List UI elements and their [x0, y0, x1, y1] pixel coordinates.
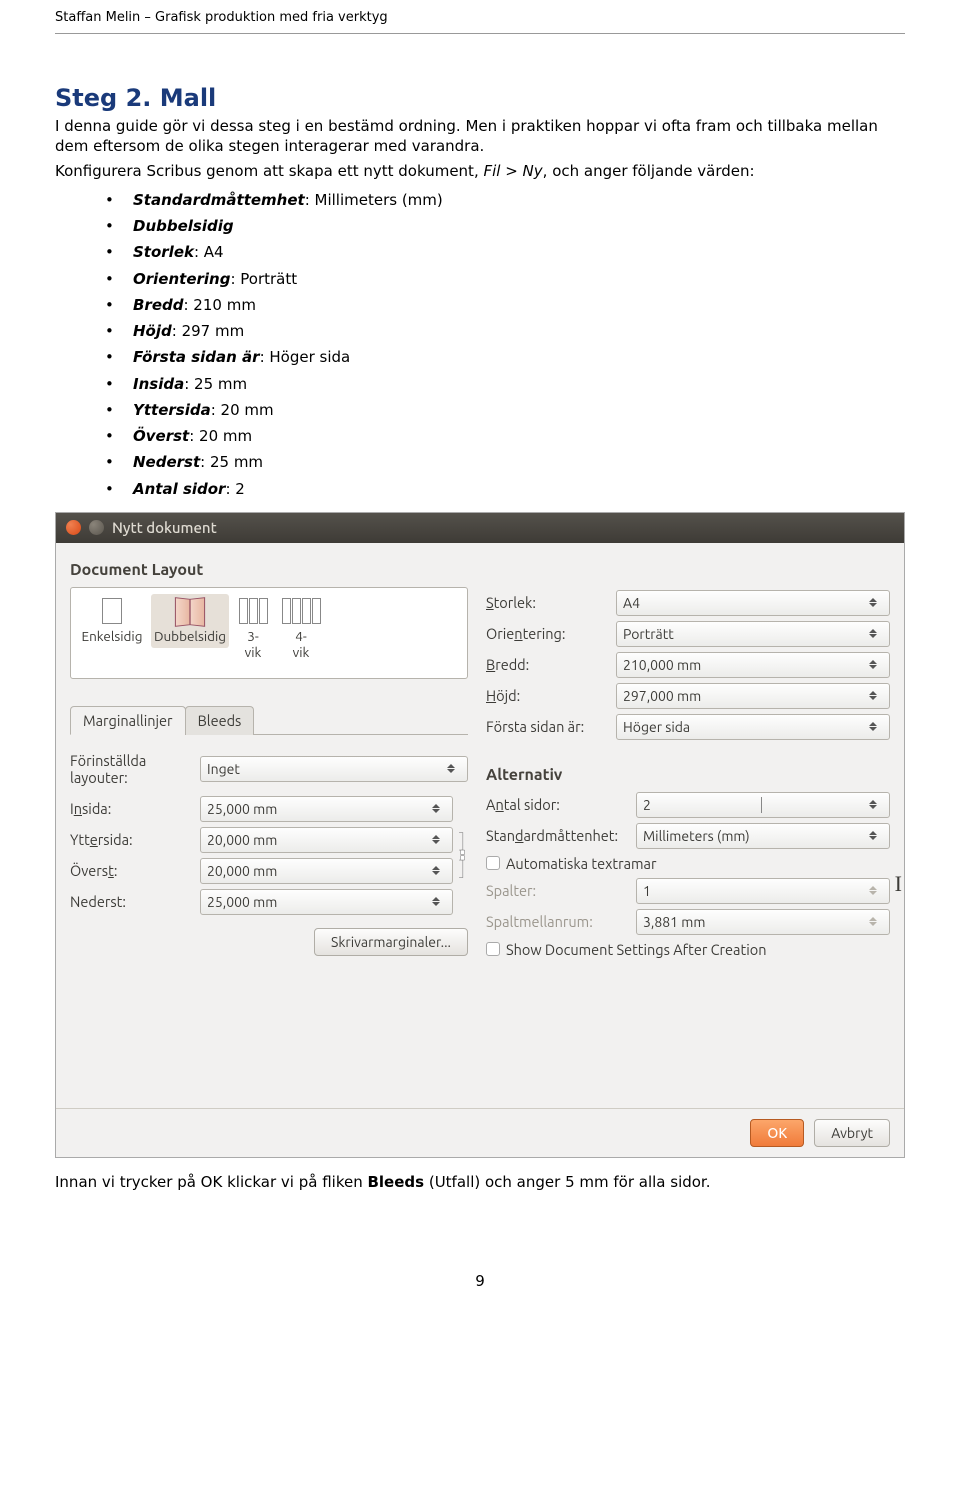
orientation-combo[interactable]: Porträtt [616, 621, 890, 647]
layout-single[interactable]: Enkelsidig [73, 594, 151, 648]
page-number: 9 [55, 1272, 905, 1290]
height-field[interactable]: 297,000 mm [616, 683, 890, 709]
text-cursor-icon: I [895, 871, 902, 897]
intro-paragraph: I denna guide gör vi dessa steg i en bes… [55, 116, 905, 157]
minimize-icon[interactable] [89, 520, 104, 535]
size-combo[interactable]: A4 [616, 590, 890, 616]
parameter-list: Standardmåttemhet: Millimeters (mm) Dubb… [105, 187, 905, 502]
show-settings-checkbox[interactable]: Show Document Settings After Creation [486, 941, 890, 958]
config-paragraph: Konfigurera Scribus genom att skapa ett … [55, 161, 905, 181]
checkbox-icon [486, 942, 500, 956]
bottom-label: Nederst: [70, 893, 200, 910]
orientation-label: Orientering: [486, 625, 616, 642]
preset-label: Förinställda layouter: [70, 752, 200, 786]
single-page-icon [102, 598, 122, 624]
columns-label: Spalter: [486, 882, 636, 899]
page-header: Staffan Melin – Grafisk produktion med f… [55, 0, 905, 34]
tab-bleeds[interactable]: Bleeds [185, 706, 255, 735]
preset-combo[interactable]: Inget [200, 756, 468, 782]
printer-margins-button[interactable]: Skrivarmarginaler... [314, 928, 468, 956]
outside-field[interactable]: 20,000 mm [200, 827, 453, 853]
cancel-button[interactable]: Avbryt [814, 1119, 890, 1147]
unit-combo[interactable]: Millimeters (mm) [636, 823, 890, 849]
checkbox-icon [486, 856, 500, 870]
columns-field: 1 [636, 878, 890, 904]
bottom-field[interactable]: 25,000 mm [200, 889, 453, 915]
width-label: Bredd: [486, 656, 616, 673]
trifold-icon [239, 598, 268, 624]
top-field[interactable]: 20,000 mm [200, 858, 453, 884]
tab-margins[interactable]: Marginallinjer [70, 706, 186, 735]
ok-button[interactable]: OK [750, 1119, 804, 1147]
top-label: Överst: [70, 862, 200, 879]
closing-paragraph: Innan vi trycker på OK klickar vi på fli… [55, 1172, 905, 1192]
firstpage-combo[interactable]: Höger sida [616, 714, 890, 740]
firstpage-label: Första sidan är: [486, 718, 616, 735]
inside-label: Insida: [70, 800, 200, 817]
section-options: Alternativ [486, 766, 890, 784]
height-label: Höjd: [486, 687, 616, 704]
dialog-title: Nytt dokument [112, 519, 217, 536]
size-label: Storlek: [486, 594, 616, 611]
margin-tabs: Marginallinjer Bleeds [70, 705, 468, 735]
pages-label: Antal sidor: [486, 796, 636, 813]
width-field[interactable]: 210,000 mm [616, 652, 890, 678]
new-document-dialog: Nytt dokument I Document Layout Enkelsid… [55, 512, 905, 1158]
gap-label: Spaltmellanrum: [486, 913, 636, 930]
layout-quadfold[interactable]: 4- vik [277, 594, 325, 664]
inside-field[interactable]: 25,000 mm [200, 796, 453, 822]
double-page-icon [175, 598, 205, 624]
autoframes-checkbox[interactable]: Automatiska textramar [486, 855, 890, 872]
dialog-footer: OK Avbryt [56, 1108, 904, 1157]
dialog-titlebar: Nytt dokument [56, 513, 904, 543]
section-document-layout: Document Layout [70, 561, 468, 579]
layout-trifold[interactable]: 3- vik [229, 594, 277, 664]
layout-double[interactable]: Dubbelsidig [151, 594, 229, 648]
step-title: Steg 2. Mall [55, 84, 905, 112]
gap-field: 3,881 mm [636, 909, 890, 935]
quadfold-icon [282, 598, 321, 624]
outside-label: Yttersida: [70, 831, 200, 848]
link-margins-icon[interactable] [457, 830, 468, 880]
unit-label: Standardmåttenhet: [486, 827, 636, 844]
close-icon[interactable] [66, 520, 81, 535]
pages-field[interactable]: 2 [636, 792, 890, 818]
layout-panel: Enkelsidig Dubbelsidig 3- vik 4- vik [70, 587, 468, 679]
